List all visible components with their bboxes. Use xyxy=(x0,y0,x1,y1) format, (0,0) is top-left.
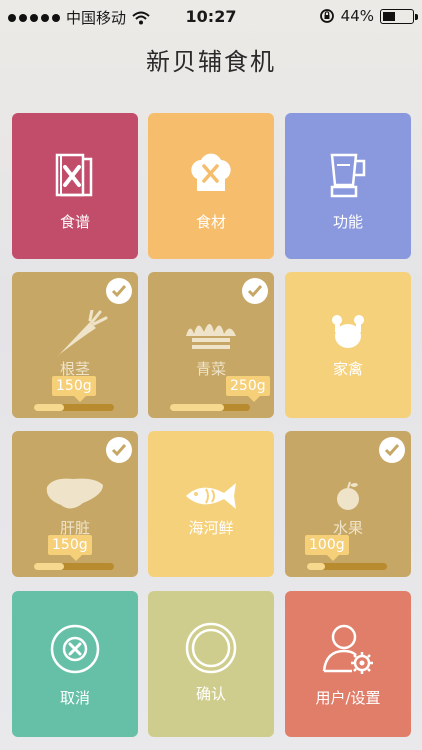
user-settings-icon xyxy=(285,621,411,675)
ingredient-label: 食材 xyxy=(195,213,226,231)
seafood-label: 海河鲜 xyxy=(188,519,234,537)
poultry-label: 家禽 xyxy=(332,360,363,378)
amount-slider[interactable] xyxy=(307,563,387,570)
amount-slider[interactable] xyxy=(170,404,250,411)
seafood-tile[interactable]: 海河鲜 xyxy=(148,431,274,577)
function-tile[interactable]: 功能 xyxy=(285,113,411,259)
amount-badge: 150g xyxy=(52,376,96,402)
amount-slider-fill xyxy=(34,404,65,411)
apple-icon xyxy=(285,481,411,511)
leafy-greens-icon xyxy=(148,318,274,352)
blender-icon xyxy=(285,151,411,199)
liver-icon xyxy=(12,475,138,515)
carrier-carrot-icon xyxy=(12,310,138,362)
check-icon xyxy=(379,437,405,463)
amount-slider-fill xyxy=(34,563,65,570)
confirm-button[interactable]: 确认 xyxy=(148,591,274,737)
user-settings-button[interactable]: 用户/设置 xyxy=(285,591,411,737)
amount-slider-fill xyxy=(307,563,325,570)
greens-tile[interactable]: 青菜 250g xyxy=(148,272,274,418)
function-label: 功能 xyxy=(332,213,363,231)
carrot-icon xyxy=(56,310,108,358)
amount-slider-fill xyxy=(170,404,225,411)
root-vegetable-tile[interactable]: 根茎 150g xyxy=(12,272,138,418)
liver-tile[interactable]: 肝脏 150g xyxy=(12,431,138,577)
amount-slider[interactable] xyxy=(34,563,114,570)
recipe-book-icon xyxy=(12,151,138,199)
confirm-label: 确认 xyxy=(195,685,226,703)
amount-badge: 150g xyxy=(48,535,92,561)
poultry-tile[interactable]: 家禽 xyxy=(285,272,411,418)
recipe-label: 食谱 xyxy=(59,213,90,231)
tile-grid: 食谱 食材 功能 根茎 150g 青菜 250g 家禽 肝脏 150g 海河鲜 … xyxy=(0,0,422,750)
check-icon xyxy=(106,278,132,304)
cancel-icon xyxy=(12,623,138,675)
confirm-circle-icon xyxy=(148,621,274,675)
chef-hat-icon xyxy=(148,149,274,199)
amount-slider[interactable] xyxy=(34,404,114,411)
fruit-tile[interactable]: 水果 100g xyxy=(285,431,411,577)
amount-badge: 100g xyxy=(305,535,349,561)
cancel-label: 取消 xyxy=(59,689,90,707)
check-icon xyxy=(242,278,268,304)
user-settings-label: 用户/设置 xyxy=(315,689,381,707)
fish-icon xyxy=(148,481,274,511)
cancel-button[interactable]: 取消 xyxy=(12,591,138,737)
chicken-icon xyxy=(285,312,411,352)
amount-badge: 250g xyxy=(226,376,270,402)
check-icon xyxy=(106,437,132,463)
recipe-tile[interactable]: 食谱 xyxy=(12,113,138,259)
ingredient-tile[interactable]: 食材 xyxy=(148,113,274,259)
